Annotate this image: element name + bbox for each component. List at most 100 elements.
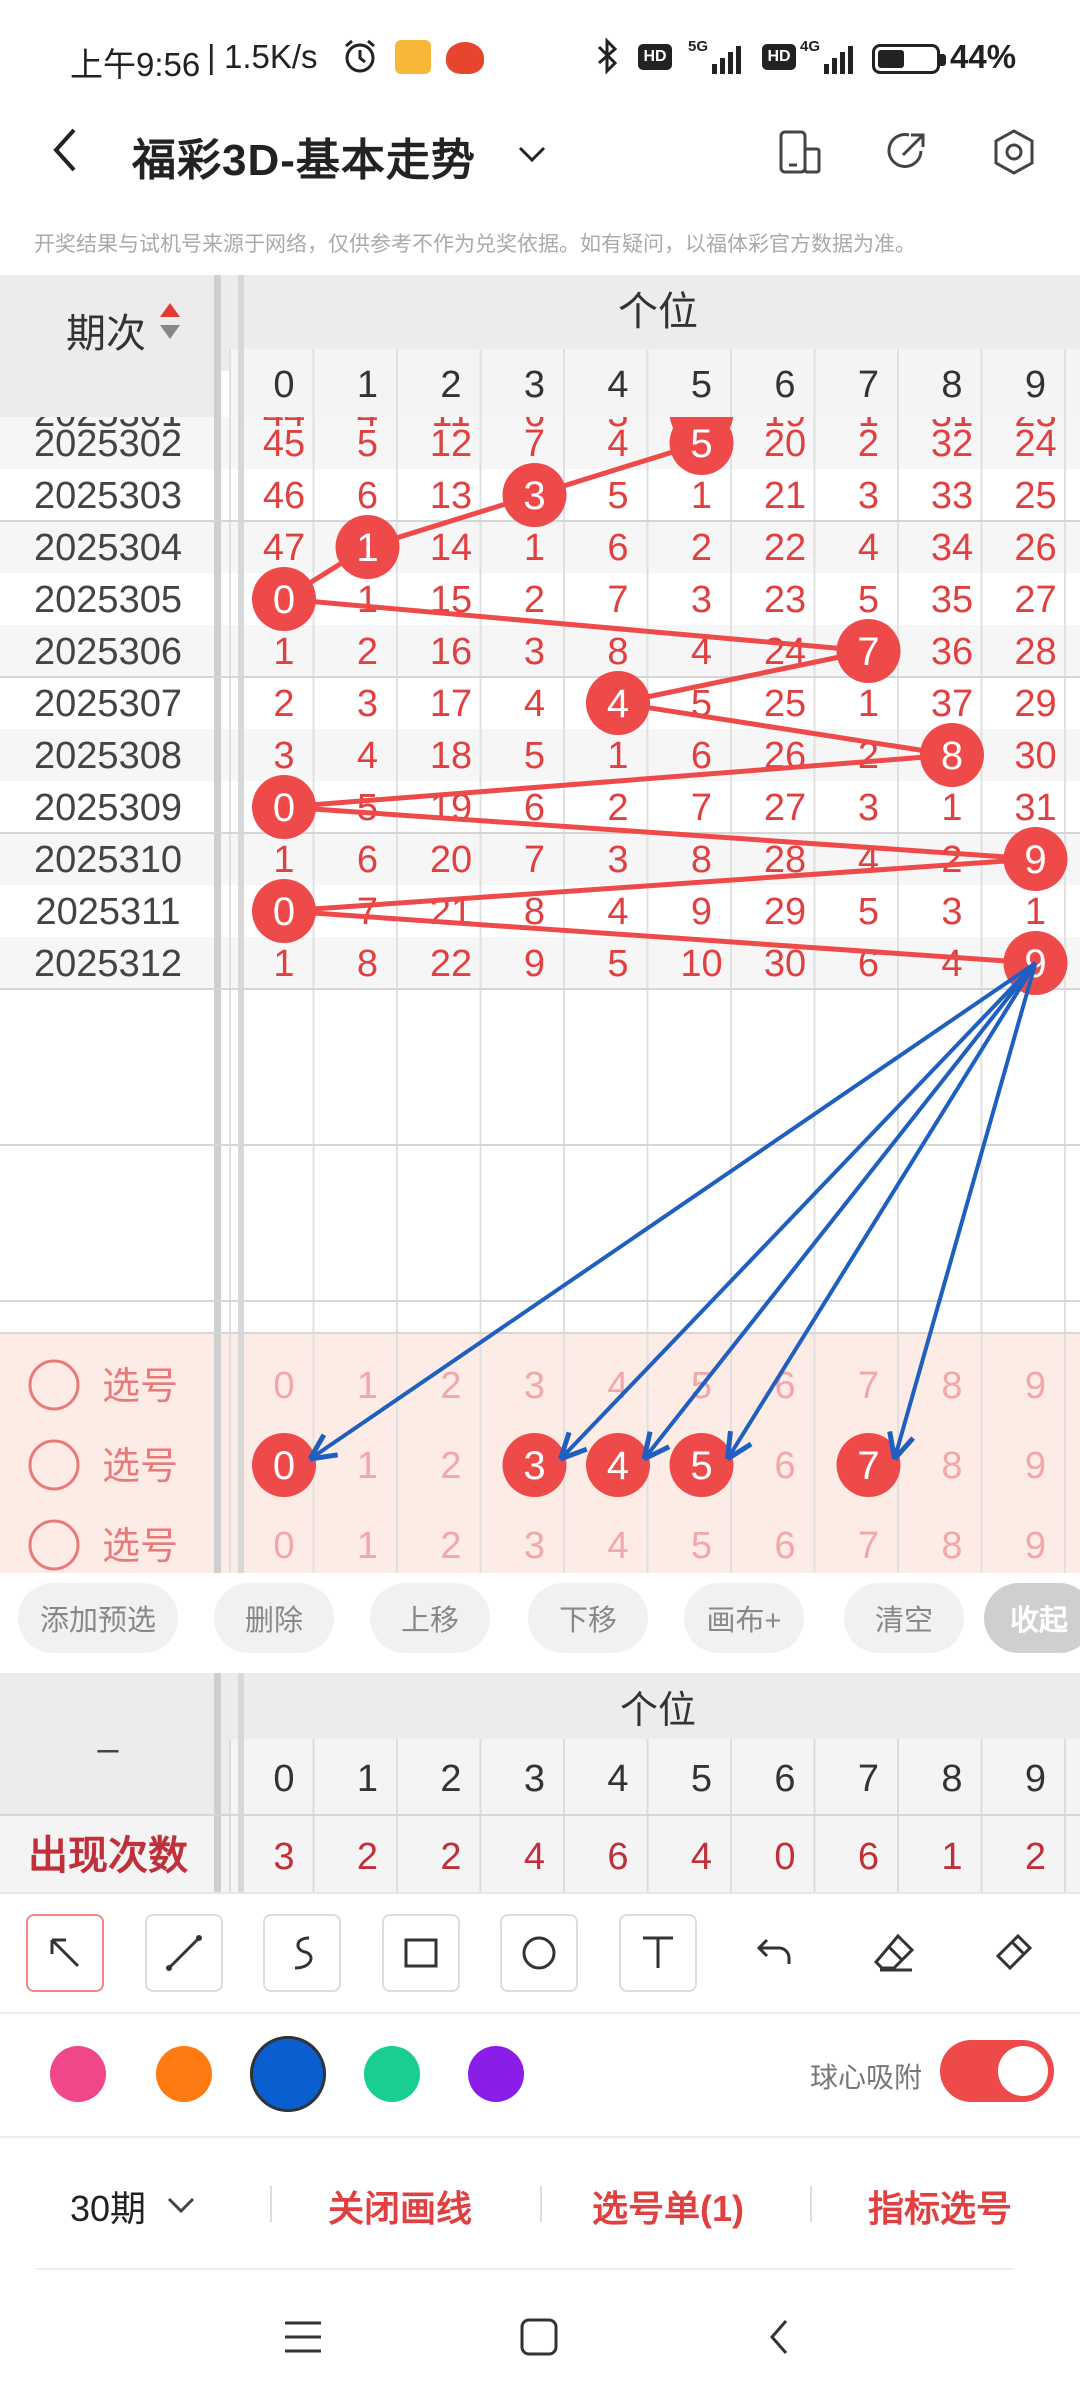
rect-tool-icon[interactable] [381,1914,460,1992]
select-cell[interactable]: 1 [357,1365,378,1407]
stats-dash: – [97,1728,119,1770]
color-swatch[interactable] [156,2046,212,2102]
miss-count-cell: 6 [357,475,378,517]
hit-ball-label: 0 [273,786,295,830]
action-chip[interactable]: 下移 [528,1583,648,1653]
select-cell[interactable]: 6 [774,1365,795,1407]
ticket-button[interactable]: 选号单(1) [592,2180,744,2232]
miss-count-cell: 20 [764,423,806,465]
stats-table: –个位0 1 2 3 4 5 6 7 8 9出现次数 3 2 2 4 6 4 0 6 1 2 [0,1673,1080,1893]
circle-tool-icon[interactable] [500,1914,578,1992]
miss-count-cell: 7 [357,891,378,933]
miss-count-cell: 1 [273,631,294,673]
miss-count-cell: 5 [858,891,879,933]
select-cell[interactable]: 1 [357,1445,378,1487]
digit-header: 9 [1025,364,1046,406]
miss-count-cell: 3 [858,475,879,517]
home-nav-icon[interactable] [514,2312,564,2362]
settings-icon[interactable] [986,124,1042,180]
action-chip[interactable]: 删除 [214,1583,334,1653]
miss-count-cell: 2 [524,579,545,621]
line-tool-icon[interactable] [144,1914,223,1992]
miss-count-cell: 22 [764,527,806,569]
top-bar: 福彩3D-基本走势 [0,100,1080,200]
clear-brush-icon[interactable] [974,1914,1052,1992]
miss-count-cell: 17 [430,683,472,725]
miss-count-cell: 21 [764,475,806,517]
select-cell[interactable]: 1 [357,1525,378,1567]
title-dropdown-icon[interactable] [512,134,552,174]
select-cell[interactable]: 2 [440,1365,461,1407]
color-swatch[interactable] [364,2046,420,2102]
snap-toggle[interactable] [940,2040,1054,2102]
miss-count-cell: 28 [1014,631,1056,673]
miss-count-cell: 8 [357,943,378,985]
miss-count-cell: 34 [931,527,973,569]
select-cell[interactable]: 9 [1025,1365,1046,1407]
select-cell[interactable]: 5 [691,1525,712,1567]
share-icon[interactable] [878,124,934,180]
color-swatch[interactable] [468,2046,524,2102]
miss-count-cell: 32 [931,423,973,465]
stats-digit: 2 [440,1758,461,1800]
eraser-icon[interactable] [856,1914,934,1992]
miss-count-cell: 47 [263,527,305,569]
select-cell[interactable]: 2 [440,1445,461,1487]
chevron-down-icon[interactable] [164,2190,198,2220]
miss-count-cell: 1 [941,787,962,829]
action-chip[interactable]: 收起 [984,1583,1080,1653]
indicator-select-button[interactable]: 指标选号 [868,2180,1012,2232]
miss-count-cell: 36 [931,631,973,673]
select-cell[interactable]: 6 [774,1525,795,1567]
trend-chart[interactable]: 期次个位012345678920253014441163191312320253… [0,275,1080,1573]
period-select[interactable]: 30期 [70,2180,146,2232]
color-swatch[interactable] [250,2036,326,2112]
data-disclaimer: 开奖结果与试机号来源于网络，仅供参考不作为兑奖依据。如有疑问，以福体彩官方数据为… [34,233,916,256]
miss-count-cell: 7 [524,839,545,881]
miss-count-cell: 3 [524,631,545,673]
select-cell[interactable]: 2 [440,1525,461,1567]
action-chip[interactable]: 清空 [844,1583,964,1653]
action-chip[interactable]: 上移 [370,1583,490,1653]
select-cell[interactable]: 3 [524,1525,545,1567]
select-cell[interactable]: 9 [1025,1525,1046,1567]
close-line-button[interactable]: 关闭画线 [328,2180,472,2232]
text-tool-icon[interactable] [618,1914,697,1992]
period-header[interactable]: 期次 [66,312,146,356]
back-nav-icon[interactable] [754,2312,804,2362]
miss-count-cell: 31 [1014,787,1056,829]
select-cell[interactable]: 8 [941,1445,962,1487]
select-cell[interactable]: 7 [858,1365,879,1407]
select-cell[interactable]: 0 [273,1525,294,1567]
arrow-tool-icon[interactable] [26,1914,104,1992]
color-swatch[interactable] [50,2046,106,2102]
select-cell[interactable]: 8 [941,1525,962,1567]
undo-icon[interactable] [737,1914,815,1992]
miss-count-cell: 14 [430,527,472,569]
select-cell[interactable]: 0 [273,1365,294,1407]
select-cell[interactable]: 4 [607,1525,628,1567]
menu-nav-icon[interactable] [278,2312,328,2362]
select-cell[interactable]: 9 [1025,1445,1046,1487]
digit-header: 3 [524,364,545,406]
select-label[interactable]: 选号 [102,1526,178,1568]
page-title[interactable]: 福彩3D-基本走势 [132,124,476,188]
curve-tool-icon[interactable] [263,1914,341,1992]
device-switch-icon[interactable] [770,124,826,180]
selected-ball-label: 0 [273,1444,295,1488]
action-chip[interactable]: 添加预选 [18,1583,178,1653]
select-cell[interactable]: 6 [774,1445,795,1487]
back-button[interactable] [40,120,90,180]
action-chip[interactable]: 画布+ [684,1583,804,1653]
select-label[interactable]: 选号 [102,1446,178,1488]
select-label[interactable]: 选号 [102,1366,178,1408]
select-cell[interactable]: 8 [941,1365,962,1407]
select-cell[interactable]: 3 [524,1365,545,1407]
select-cell[interactable]: 7 [858,1525,879,1567]
miss-count-cell: 4 [941,943,962,985]
miss-count-cell: 20 [430,839,472,881]
miss-count-cell: 30 [1014,735,1056,777]
hit-ball-label: 1 [356,526,378,570]
period-cell: 2025303 [34,475,182,517]
signal-4g-icon [806,40,862,76]
